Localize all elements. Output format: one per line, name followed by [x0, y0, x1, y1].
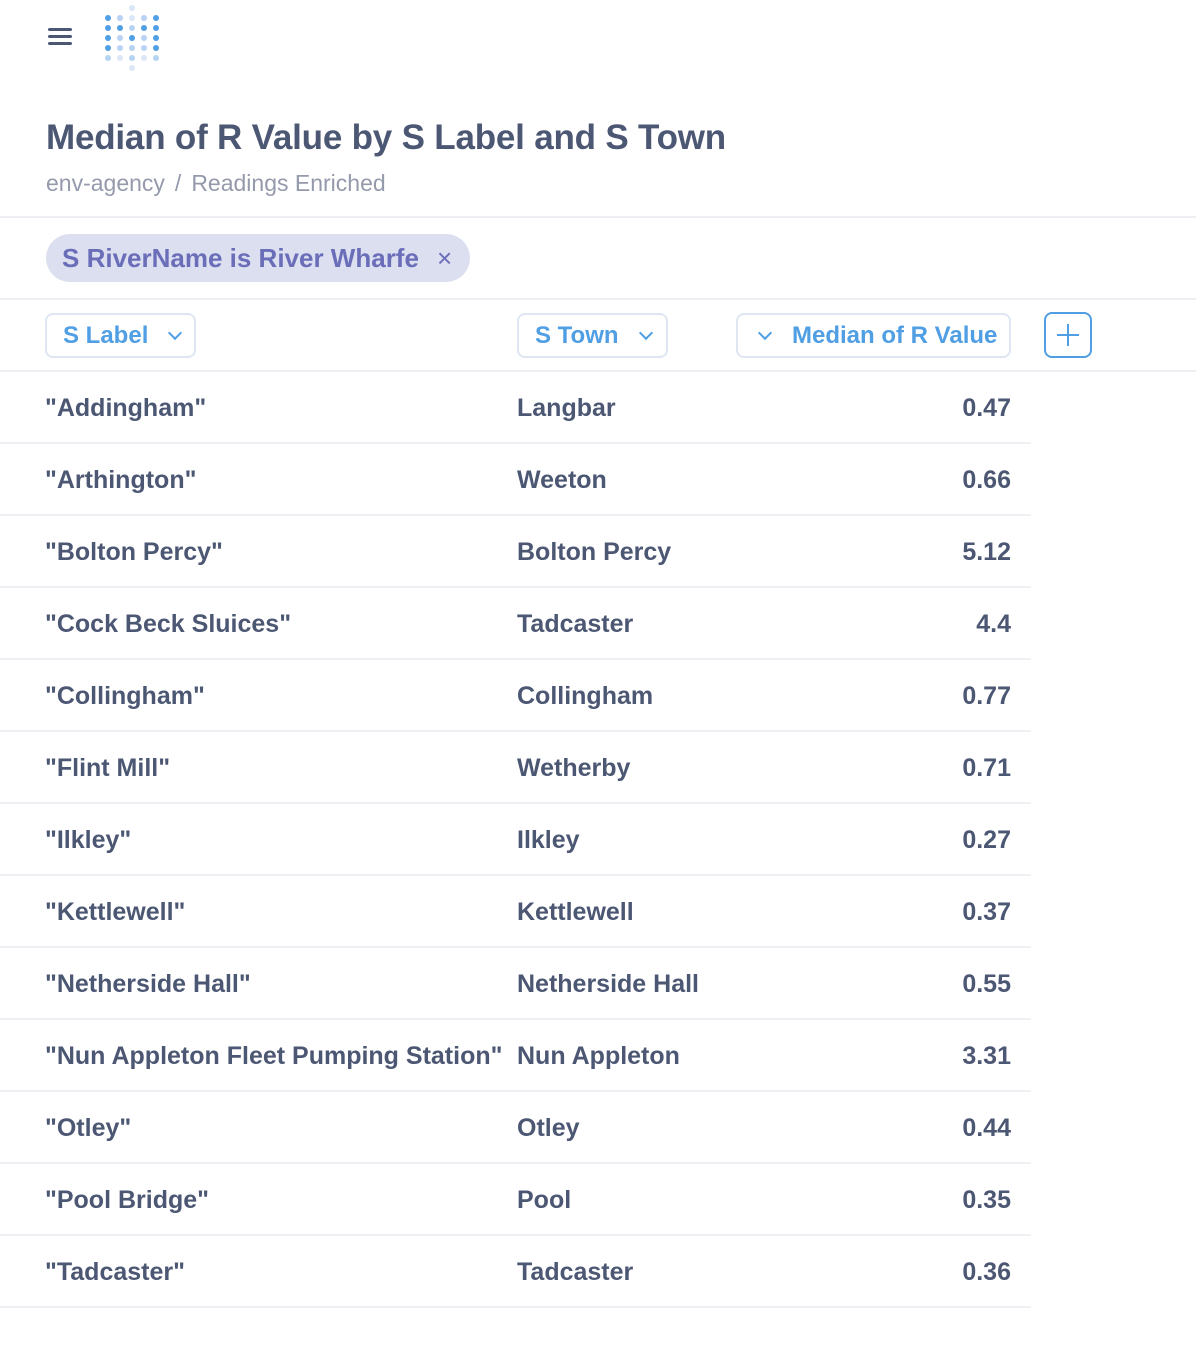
table-row[interactable]: "Pool Bridge" Pool 0.35 [0, 1164, 1031, 1236]
filter-divider [0, 298, 1196, 300]
top-bar [0, 0, 1196, 80]
cell-s-town: Collingham [517, 682, 654, 710]
table-row[interactable]: "Flint Mill" Wetherby 0.71 [0, 732, 1031, 804]
cell-s-town: Pool [517, 1186, 572, 1214]
cell-s-town: Tadcaster [517, 610, 634, 638]
table-row[interactable]: "Addingham" Langbar 0.47 [0, 372, 1031, 444]
cell-median-r-value: 0.27 [962, 826, 1011, 854]
column-header-label: Median of R Value [792, 321, 998, 349]
cell-median-r-value: 5.12 [962, 538, 1011, 566]
cell-s-town: Tadcaster [517, 1258, 634, 1286]
table-row[interactable]: "Netherside Hall" Netherside Hall 0.55 [0, 948, 1031, 1020]
cell-median-r-value: 0.37 [962, 898, 1011, 926]
header-divider [0, 216, 1196, 218]
column-header-s-label[interactable]: S Label [45, 313, 196, 358]
column-header-median-r-value[interactable]: Median of R Value [736, 313, 1011, 358]
filter-label: S RiverName is River Wharfe [62, 242, 419, 273]
table-row[interactable]: "Bolton Percy" Bolton Percy 5.12 [0, 516, 1031, 588]
cell-s-label: "Arthington" [45, 466, 197, 494]
hamburger-menu-icon[interactable] [46, 25, 74, 49]
cell-s-label: "Addingham" [45, 394, 207, 422]
cell-s-label: "Cock Beck Sluices" [45, 610, 292, 638]
cell-s-town: Ilkley [517, 826, 580, 854]
cell-s-label: "Bolton Percy" [45, 538, 223, 566]
cell-median-r-value: 4.4 [976, 610, 1011, 638]
table-row[interactable]: "Kettlewell" Kettlewell 0.37 [0, 876, 1031, 948]
table-row[interactable]: "Otley" Otley 0.44 [0, 1092, 1031, 1164]
cell-median-r-value: 3.31 [962, 1042, 1011, 1070]
cell-s-town: Bolton Percy [517, 538, 672, 566]
breadcrumb-table[interactable]: Readings Enriched [191, 170, 385, 196]
cell-median-r-value: 0.77 [962, 682, 1011, 710]
chevron-down-icon [168, 325, 183, 340]
cell-median-r-value: 0.71 [962, 754, 1011, 782]
chevron-down-icon [638, 325, 653, 340]
breadcrumb: env-agency / Readings Enriched [46, 170, 386, 197]
cell-median-r-value: 0.55 [962, 970, 1011, 998]
column-header-s-town[interactable]: S Town [517, 313, 668, 358]
breadcrumb-database[interactable]: env-agency [46, 170, 165, 196]
cell-s-label: "Netherside Hall" [45, 970, 251, 998]
cell-s-town: Langbar [517, 394, 616, 422]
cell-s-town: Netherside Hall [517, 970, 700, 998]
cell-median-r-value: 0.44 [962, 1114, 1011, 1142]
cell-s-town: Wetherby [517, 754, 631, 782]
breadcrumb-separator: / [174, 170, 182, 196]
chevron-down-icon [757, 325, 773, 340]
metabase-logo-icon[interactable] [102, 4, 162, 72]
filter-pill[interactable]: S RiverName is River Wharfe × [46, 234, 471, 282]
close-icon[interactable]: × [437, 243, 452, 274]
table-row[interactable]: "Arthington" Weeton 0.66 [0, 444, 1031, 516]
cell-median-r-value: 0.66 [962, 466, 1011, 494]
column-header-label: S Label [63, 321, 149, 349]
cell-s-label: "Pool Bridge" [45, 1186, 209, 1214]
column-header-label: S Town [535, 321, 619, 349]
table-row[interactable]: "Nun Appleton Fleet Pumping Station" Nun … [0, 1020, 1031, 1092]
cell-s-label: "Tadcaster" [45, 1258, 185, 1286]
table-row[interactable]: "Collingham" Collingham 0.77 [0, 660, 1031, 732]
cell-s-town: Weeton [517, 466, 607, 494]
table-row[interactable]: "Ilkley" Ilkley 0.27 [0, 804, 1031, 876]
cell-s-label: "Nun Appleton Fleet Pumping Station" [45, 1042, 503, 1070]
results-table: "Addingham" Langbar 0.47 "Arthington" Weeton… [0, 372, 1031, 1308]
cell-s-label: "Kettlewell" [45, 898, 186, 926]
cell-median-r-value: 0.47 [962, 394, 1011, 422]
table-row[interactable]: "Tadcaster" Tadcaster 0.36 [0, 1236, 1031, 1308]
cell-s-label: "Collingham" [45, 682, 205, 710]
cell-median-r-value: 0.36 [962, 1258, 1011, 1286]
add-column-plus-icon[interactable] [1044, 312, 1092, 358]
page-title: Median of R Value by S Label and S Town [46, 118, 726, 157]
table-row[interactable]: "Cock Beck Sluices" Tadcaster 4.4 [0, 588, 1031, 660]
cell-s-town: Otley [517, 1114, 580, 1142]
cell-s-label: "Ilkley" [45, 826, 132, 854]
cell-s-town: Kettlewell [517, 898, 634, 926]
cell-s-label: "Flint Mill" [45, 754, 171, 782]
cell-s-label: "Otley" [45, 1114, 132, 1142]
cell-median-r-value: 0.35 [962, 1186, 1011, 1214]
cell-s-town: Nun Appleton [517, 1042, 680, 1070]
